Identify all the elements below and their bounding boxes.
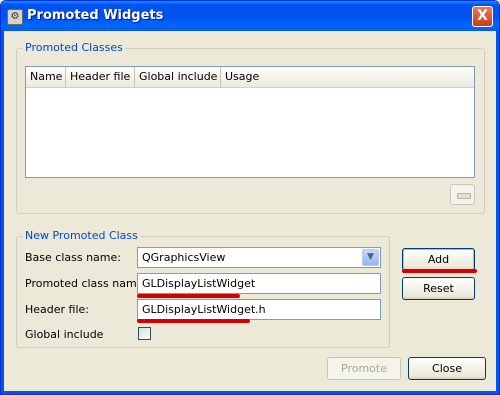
reset-button[interactable]: Reset [402,277,475,300]
promoted-class-underline [137,294,240,298]
close-window-button[interactable]: X [472,6,493,27]
header-file-underline [137,319,250,323]
promoted-class-field[interactable]: GLDisplayListWidget [137,273,381,294]
header-file-field[interactable]: GLDisplayListWidget.h [137,299,381,320]
global-include-label: Global include [25,328,104,341]
base-class-combobox[interactable]: QGraphicsView ▼ [137,247,381,268]
base-class-value: QGraphicsView [142,251,226,264]
column-header-usage[interactable]: Usage [221,67,474,87]
base-class-label: Base class name: [25,251,121,264]
title-bar[interactable]: ⚙ Promoted Widgets X [1,1,499,31]
table-header: Name Header file Global include Usage [26,67,474,88]
promoted-class-label: Promoted class name: [25,277,148,290]
column-header-global-include[interactable]: Global include [135,67,221,87]
promoted-classes-legend: Promoted Classes [23,41,125,54]
promoted-classes-table[interactable]: Name Header file Global include Usage [25,66,475,178]
add-button[interactable]: Add [402,248,475,271]
promoted-widgets-dialog: ⚙ Promoted Widgets X Promoted Classes Na… [0,0,500,395]
designer-icon: ⚙ [7,9,23,25]
header-file-label: Header file: [25,303,90,316]
remove-class-button[interactable] [450,184,475,205]
column-header-name[interactable]: Name [26,67,66,87]
window-title: Promoted Widgets [27,8,164,23]
close-button[interactable]: Close [408,357,486,380]
promote-button[interactable]: Promote [327,357,401,380]
new-promoted-class-legend: New Promoted Class [23,229,140,242]
promoted-class-value: GLDisplayListWidget [142,277,256,290]
header-file-value: GLDisplayListWidget.h [142,303,266,316]
minus-icon [457,193,471,199]
add-button-underline [402,269,477,273]
column-header-header-file[interactable]: Header file [66,67,135,87]
chevron-down-icon[interactable]: ▼ [362,249,379,266]
global-include-checkbox[interactable] [138,327,151,340]
